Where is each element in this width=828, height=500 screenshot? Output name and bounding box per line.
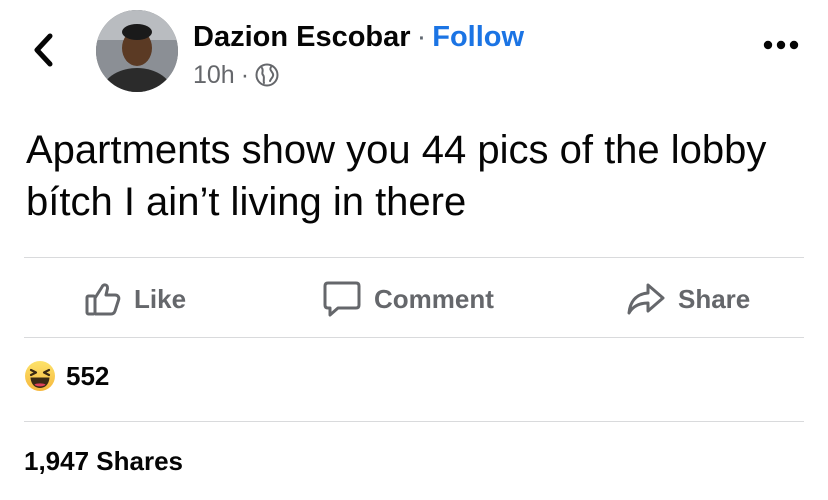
back-button[interactable] bbox=[28, 30, 62, 70]
share-label: Share bbox=[678, 283, 751, 314]
post-text: Apartments show you 44 pics of the lobby… bbox=[26, 128, 767, 224]
more-horizontal-icon bbox=[763, 40, 799, 50]
share-arrow-icon bbox=[627, 283, 665, 315]
laughing-emoji-icon bbox=[25, 361, 55, 391]
divider bbox=[24, 421, 804, 422]
comment-icon bbox=[323, 281, 361, 317]
reaction-count: 552 bbox=[66, 360, 110, 391]
thumbs-up-icon bbox=[85, 283, 121, 316]
share-button[interactable]: Share bbox=[626, 276, 750, 322]
reactions-summary[interactable]: 552 bbox=[24, 360, 109, 392]
post-meta: 10h · bbox=[193, 60, 279, 90]
separator-dot: · bbox=[416, 21, 427, 53]
divider bbox=[24, 337, 804, 338]
like-label: Like bbox=[134, 283, 187, 314]
more-options-button[interactable] bbox=[762, 38, 800, 52]
avatar[interactable] bbox=[96, 10, 178, 92]
author-name[interactable]: Dazion Escobar bbox=[193, 21, 411, 53]
author-row: Dazion Escobar · Follow bbox=[193, 20, 524, 54]
follow-button[interactable]: Follow bbox=[432, 21, 524, 53]
separator-dot: · bbox=[240, 61, 250, 89]
post-timestamp[interactable]: 10h bbox=[193, 60, 235, 90]
chevron-left-icon bbox=[34, 33, 53, 67]
like-button[interactable]: Like bbox=[84, 276, 186, 322]
shares-count[interactable]: 1,947 Shares bbox=[24, 446, 183, 477]
comment-label: Comment bbox=[374, 283, 494, 314]
divider bbox=[24, 257, 804, 258]
globe-icon bbox=[255, 63, 279, 87]
comment-button[interactable]: Comment bbox=[322, 276, 494, 322]
